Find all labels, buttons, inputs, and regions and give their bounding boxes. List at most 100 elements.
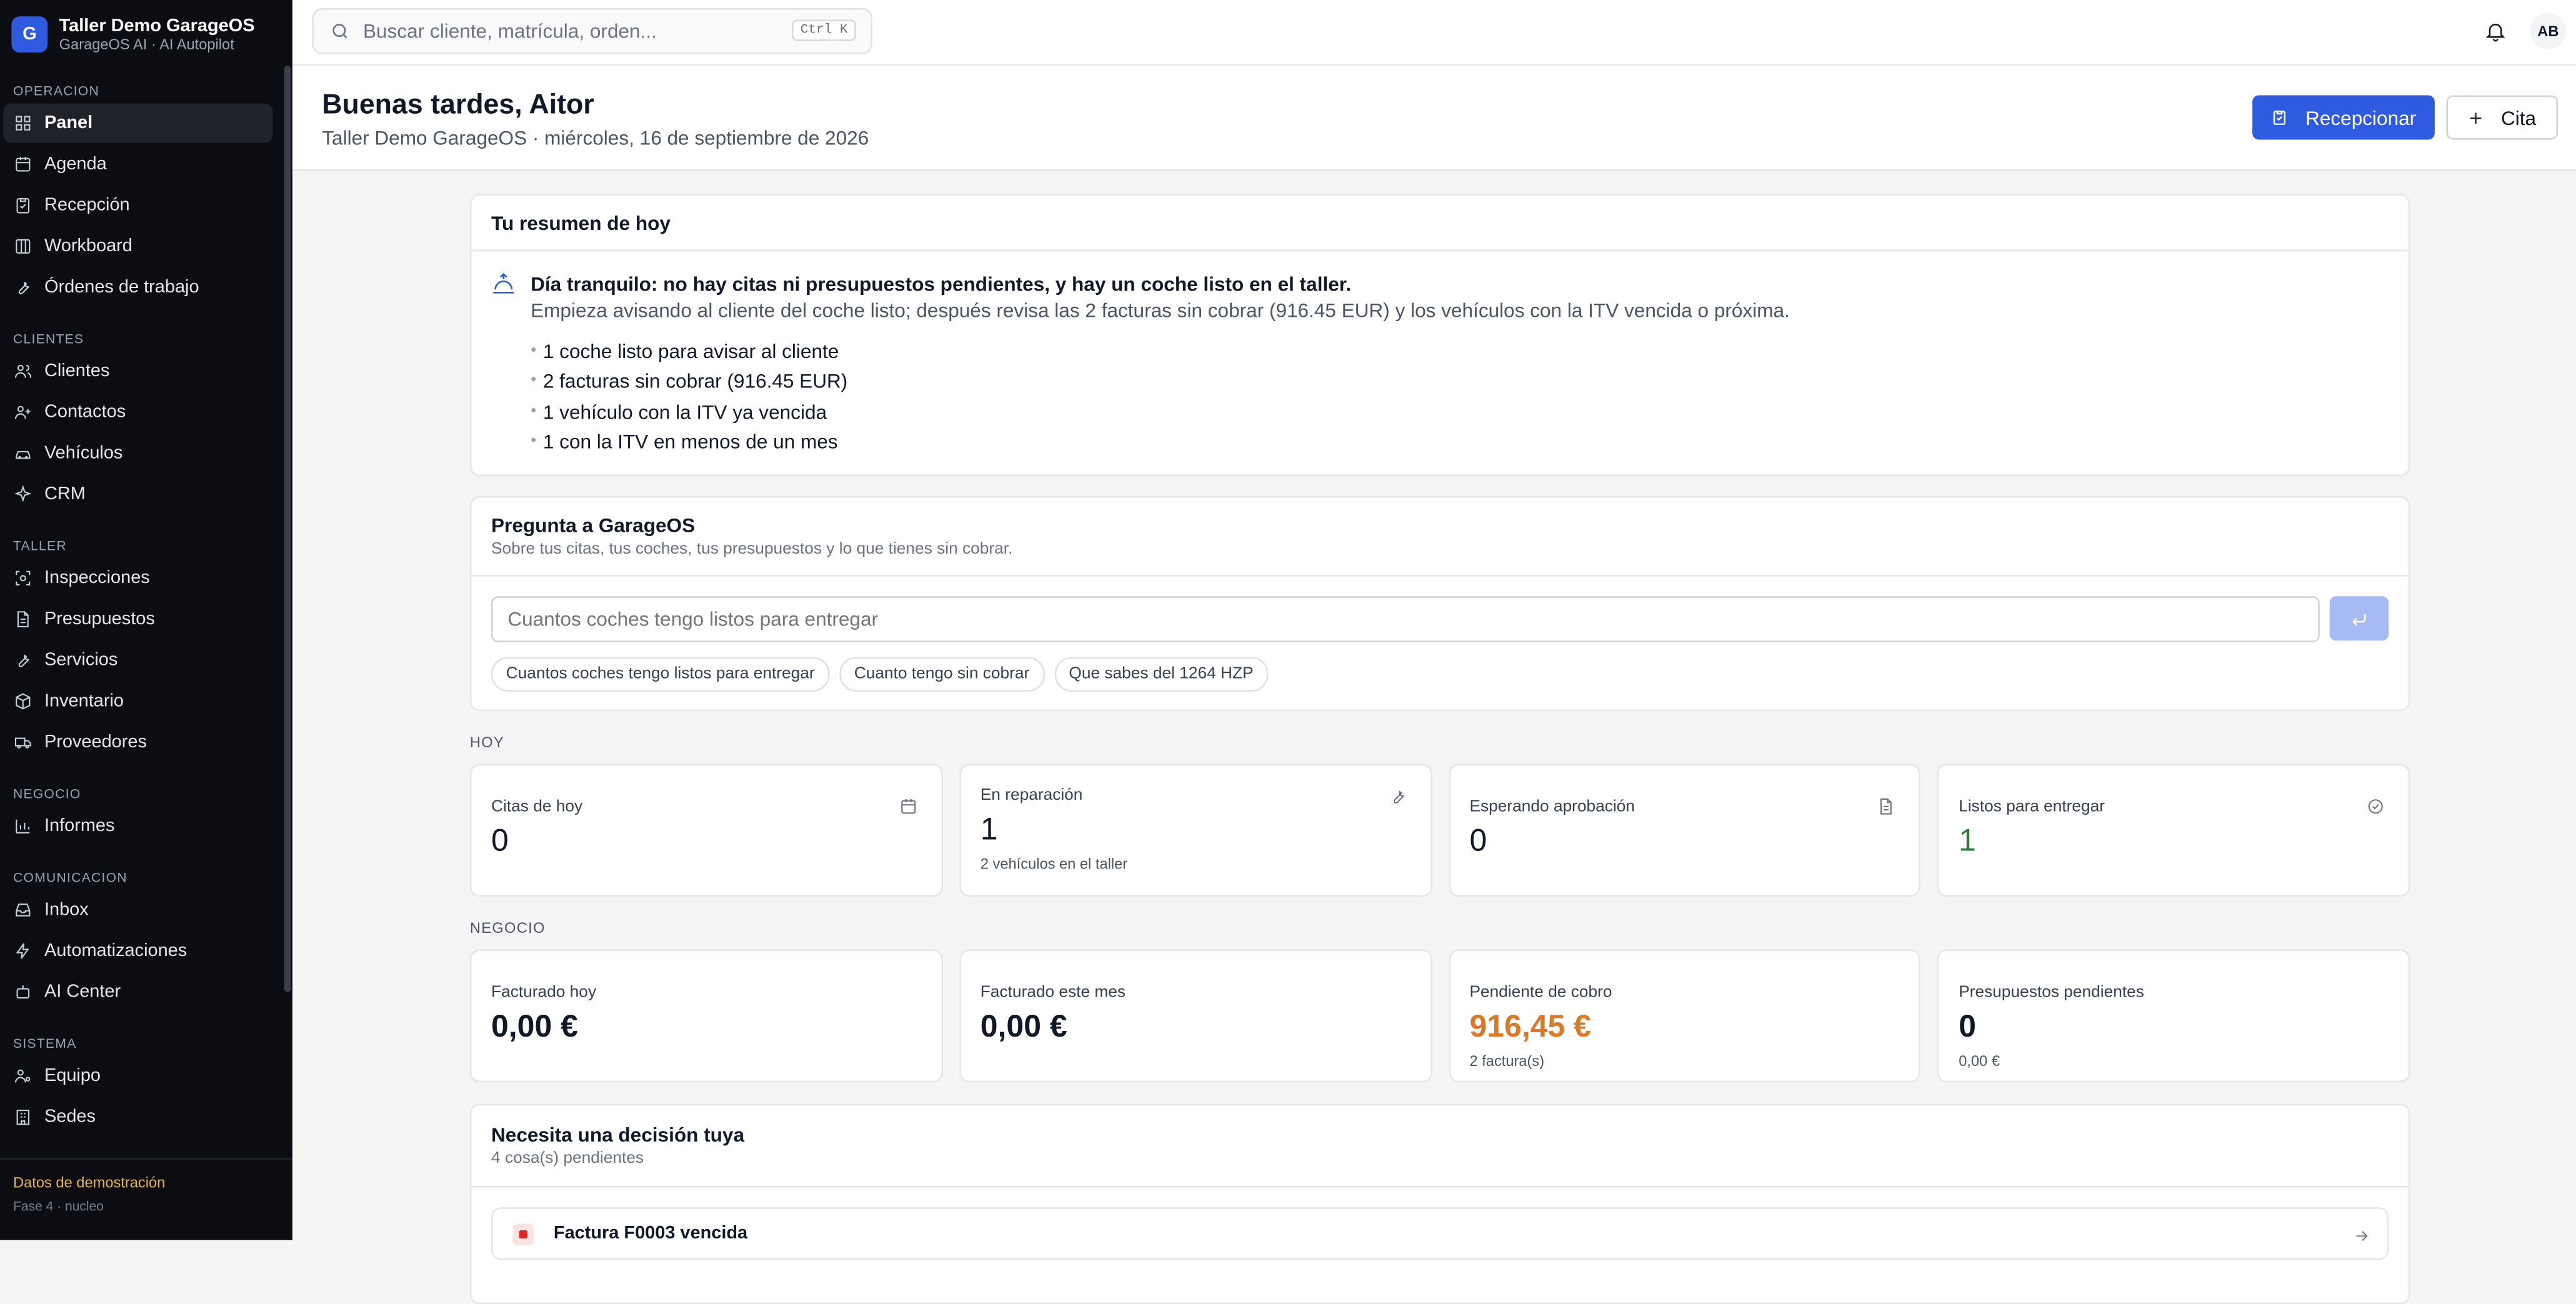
- wrench-icon: [18, 281, 29, 295]
- stat-label: En reparación: [980, 787, 1083, 805]
- decision-card: Necesita una decisión tuya 4 cosa(s) pen…: [469, 1103, 2410, 1304]
- page-subtitle: Taller Demo GarageOS · miércoles, 16 de …: [322, 126, 869, 150]
- arrow-right-icon: [2352, 1223, 2370, 1253]
- nav-section-sistema: SISTEMA Equipo Sedes: [0, 1035, 292, 1137]
- users-icon: [14, 364, 31, 378]
- avatar[interactable]: AB: [2530, 13, 2567, 49]
- today-stats: Citas de hoy 0 En reparación 1 2 vehículos e…: [469, 764, 2410, 897]
- sidebar-item-presupuestos[interactable]: Presupuestos: [3, 600, 272, 639]
- stat-value: 0,00 €: [491, 1010, 578, 1045]
- stat-card-listos-para-entregar[interactable]: Listos para entregar 1: [1937, 764, 2410, 897]
- sidebar-item-inspecciones[interactable]: Inspecciones: [3, 559, 272, 598]
- main-area: Ctrl K AB Buenas tardes, Aitor Taller De…: [292, 0, 2576, 1304]
- sidebar-item-label: Vehículos: [44, 443, 123, 464]
- notifications-button[interactable]: [2484, 20, 2507, 43]
- sidebar-item-panel[interactable]: Panel: [3, 103, 273, 143]
- suggestion-chip[interactable]: Cuantos coches tengo listos para entrega…: [491, 657, 830, 692]
- summary-list-item: 1 con la ITV en menos de un mes: [531, 427, 1790, 457]
- reception-button-label: Recepcionar: [2305, 106, 2417, 129]
- nav-heading: COMUNICACION: [13, 870, 127, 885]
- invoice-alert-icon: [512, 1223, 534, 1245]
- sidebar-nav: OPERACION Panel Agenda Recepción Workboard Ór…: [0, 82, 292, 1137]
- document-icon: [17, 611, 29, 627]
- zap-icon: [16, 943, 29, 959]
- sidebar-item-servicios[interactable]: Servicios: [3, 640, 272, 680]
- stat-card-en-reparaci-n[interactable]: En reparación 1 2 vehículos en el taller: [959, 764, 1432, 897]
- summary-lead: Día tranquilo: no hay citas ni presupues…: [531, 272, 1352, 296]
- sidebar-item-recepci-n[interactable]: Recepción: [3, 186, 272, 225]
- stat-note: 0,00 €: [1959, 1053, 2000, 1070]
- sidebar-item-proveedores[interactable]: Proveedores: [3, 723, 272, 762]
- sidebar-item-label: Contactos: [44, 402, 126, 422]
- decision-item-title: Factura F0003 vencida: [553, 1223, 748, 1244]
- sidebar-item-label: Presupuestos: [44, 609, 155, 629]
- building-icon: [16, 1110, 30, 1125]
- wrench-icon: [1387, 785, 1407, 815]
- brand[interactable]: G Taller Demo GarageOS GarageOS AI · AI …: [0, 0, 292, 59]
- decision-title: Necesita una decisión tuya: [491, 1123, 745, 1147]
- package-icon: [16, 693, 31, 710]
- suggestion-chip[interactable]: Que sabes del 1264 HZP: [1054, 657, 1269, 692]
- ask-send-button[interactable]: [2329, 596, 2389, 641]
- demo-notice: Datos de demostración Fase 4 · nucleo: [0, 1158, 292, 1240]
- sidebar-item-agenda[interactable]: Agenda: [3, 144, 272, 184]
- sparkles-icon: [14, 485, 32, 502]
- sidebar-item-label: Automatizaciones: [44, 941, 187, 961]
- sidebar-item-clientes[interactable]: Clientes: [3, 352, 272, 391]
- stat-card-pendiente-de-cobro[interactable]: Pendiente de cobro 916,45 € 2 factura(s): [1448, 949, 1921, 1083]
- wrench-icon: [18, 654, 29, 667]
- search-box[interactable]: Ctrl K: [312, 8, 872, 54]
- sidebar-item-crm[interactable]: CRM: [3, 475, 272, 514]
- search-input[interactable]: [359, 17, 794, 44]
- check-circle-icon: [2368, 799, 2383, 814]
- stat-card-esperando-aprobaci-n[interactable]: Esperando aprobación 0: [1448, 764, 1921, 897]
- summary-title: Tu resumen de hoy: [491, 212, 671, 235]
- new-appointment-button[interactable]: Cita: [2446, 95, 2559, 140]
- sidebar-item--rdenes-de-trabajo[interactable]: Órdenes de trabajo: [3, 267, 272, 307]
- sidebar-item-ai-center[interactable]: AI Center: [3, 972, 272, 1012]
- sidebar-item-veh-culos[interactable]: Vehículos: [3, 434, 272, 473]
- user-plus-icon: [14, 406, 31, 419]
- sidebar-item-label: CRM: [44, 484, 86, 505]
- nav-section-taller: TALLER Inspecciones Presupuestos Servicios I…: [0, 537, 292, 762]
- sidebar-item-label: Recepción: [44, 195, 130, 216]
- decision-item[interactable]: Factura F0003 vencida: [491, 1207, 2389, 1260]
- sidebar-item-inventario[interactable]: Inventario: [3, 682, 272, 721]
- clipboard-icon: [2274, 111, 2286, 126]
- stat-card-presupuestos-pendientes[interactable]: Presupuestos pendientes 0 0,00 €: [1937, 949, 2410, 1083]
- search-shortcut: Ctrl K: [792, 19, 856, 41]
- document-icon: [1880, 798, 1892, 815]
- stat-value: 0: [491, 824, 509, 859]
- stat-card-facturado-este-mes[interactable]: Facturado este mes 0,00 €: [959, 949, 1432, 1083]
- sidebar-item-workboard[interactable]: Workboard: [3, 227, 272, 266]
- ask-input[interactable]: [491, 596, 2320, 642]
- nav-heading: OPERACION: [13, 84, 100, 99]
- suggestion-chip[interactable]: Cuanto tengo sin cobrar: [839, 657, 1044, 692]
- grid-icon: [16, 116, 31, 131]
- brand-title: Taller Demo GarageOS: [59, 15, 255, 36]
- sidebar-item-label: Agenda: [44, 154, 107, 174]
- sunrise-icon: [493, 272, 514, 294]
- sidebar-item-contactos[interactable]: Contactos: [3, 392, 272, 432]
- summary-list-item: 1 vehículo con la ITV ya vencida: [531, 397, 1790, 427]
- stat-card-citas-de-hoy[interactable]: Citas de hoy 0: [469, 764, 943, 897]
- sidebar-item-label: Inventario: [44, 691, 124, 712]
- sidebar-scrollbar[interactable]: [284, 66, 291, 992]
- reception-button[interactable]: Recepcionar: [2252, 95, 2435, 140]
- ask-card: Pregunta a GarageOS Sobre tus citas, tus…: [469, 495, 2410, 712]
- stat-note: 2 vehículos en el taller: [980, 855, 1128, 872]
- summary-list: 1 coche listo para avisar al cliente2 fa…: [531, 337, 1790, 457]
- sidebar: G Taller Demo GarageOS GarageOS AI · AI …: [0, 0, 292, 1240]
- demo-subtitle: Fase 4 · nucleo: [13, 1199, 104, 1214]
- sidebar-item-equipo[interactable]: Equipo: [3, 1056, 272, 1095]
- sidebar-item-sedes[interactable]: Sedes: [3, 1097, 272, 1137]
- sidebar-item-automatizaciones[interactable]: Automatizaciones: [3, 932, 272, 971]
- sidebar-item-informes[interactable]: Informes: [3, 807, 272, 846]
- enter-icon: [2352, 613, 2366, 625]
- stat-value: 0,00 €: [980, 1010, 1067, 1045]
- sidebar-item-inbox[interactable]: Inbox: [3, 890, 272, 930]
- stat-value: 1: [980, 813, 998, 848]
- stat-card-facturado-hoy[interactable]: Facturado hoy 0,00 €: [469, 949, 943, 1083]
- stat-label: Presupuestos pendientes: [1959, 983, 2144, 1002]
- stat-label: Esperando aprobación: [1469, 798, 1635, 817]
